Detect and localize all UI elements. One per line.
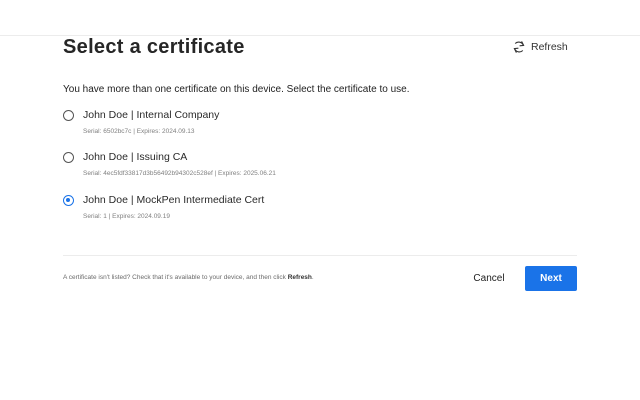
certificate-radio-3[interactable] [63,194,74,206]
hint-text: A certificate isn't listed? Check that i… [63,274,288,281]
next-button[interactable]: Next [525,266,577,291]
refresh-button[interactable]: Refresh [512,39,568,55]
instruction-text: You have more than one certificate on th… [63,84,410,95]
page-title: Select a certificate [63,36,245,58]
hint-period: . [311,274,314,281]
certificate-name: John Doe | Internal Company [83,109,220,121]
refresh-label: Refresh [531,41,568,53]
certificate-details: Serial: 6502bc7c | Expires: 2024.09.13 [83,128,195,135]
certificate-radio-1[interactable] [63,109,74,121]
certificate-option-3[interactable]: John Doe | MockPen Intermediate Cert Ser… [63,194,264,220]
cancel-button[interactable]: Cancel [463,266,515,291]
refresh-icon [512,39,526,55]
certificate-option-1[interactable]: John Doe | Internal Company Serial: 6502… [63,109,219,135]
certificate-radio-2[interactable] [63,151,74,163]
certificate-details: Serial: 1 | Expires: 2024.09.19 [83,213,170,220]
hint-refresh-emphasis: Refresh [287,274,312,281]
footer-divider [63,255,577,256]
certificate-name: John Doe | Issuing CA [83,151,188,163]
certificate-details: Serial: 4ec5fdf33817d3b56492b94302c528ef… [83,170,276,177]
missing-certificate-hint: A certificate isn't listed? Check that i… [63,274,314,281]
certificate-name: John Doe | MockPen Intermediate Cert [83,194,265,206]
certificate-option-2[interactable]: John Doe | Issuing CA Serial: 4ec5fdf338… [63,151,276,177]
